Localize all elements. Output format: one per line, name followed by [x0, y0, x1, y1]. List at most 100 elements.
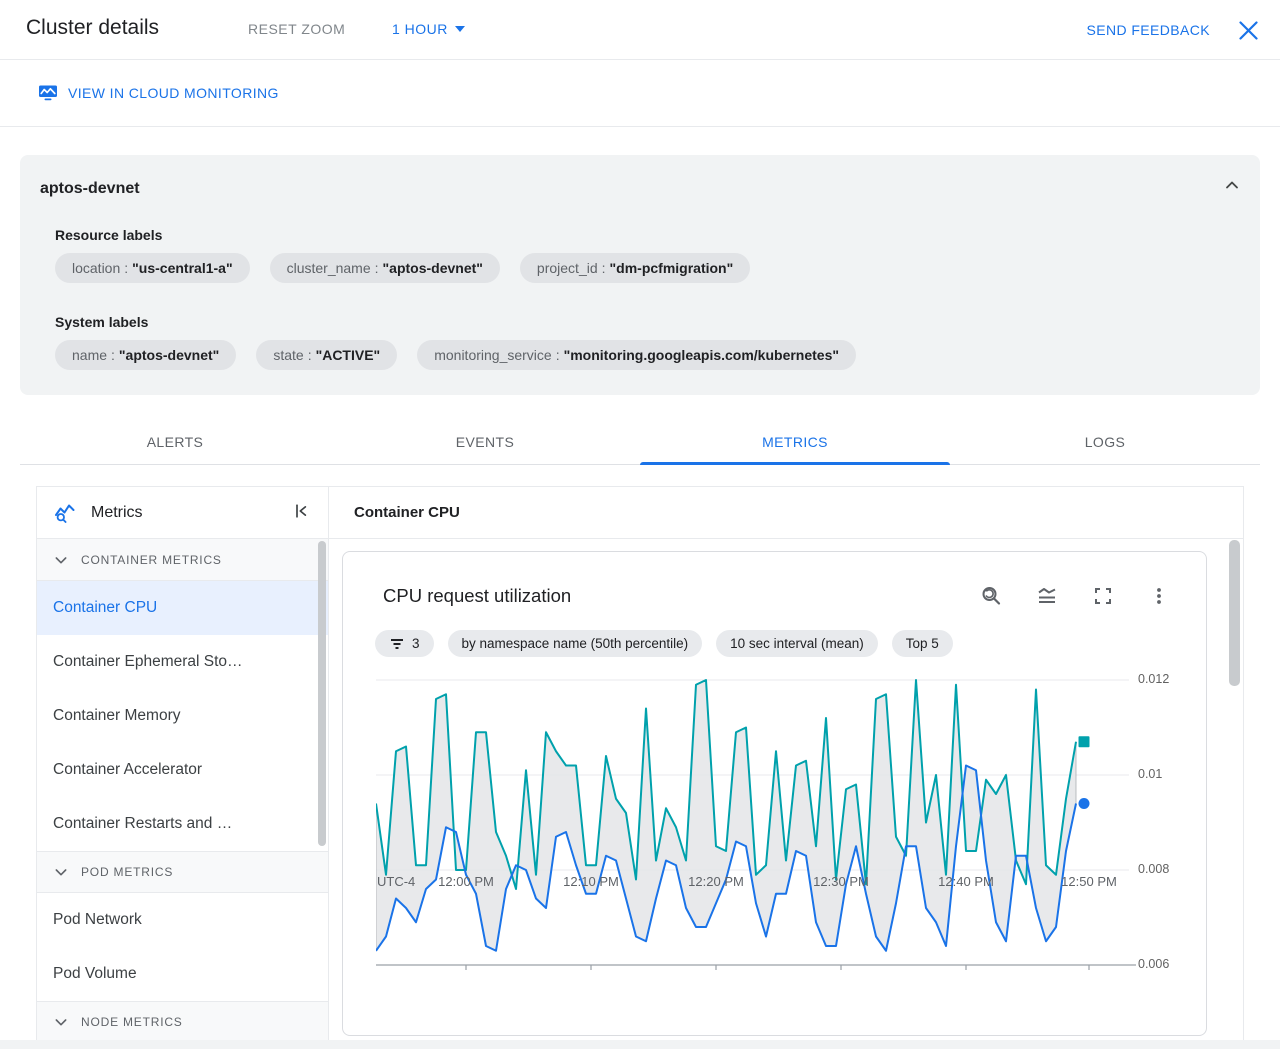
label-value: "dm-pcfmigration" [609, 260, 734, 276]
close-icon [1238, 20, 1258, 40]
metrics-sidebar: Metrics CONTAINER METRICS Container CPU Co… [37, 487, 329, 1040]
metrics-icon [55, 504, 75, 523]
sidebar-item[interactable]: Container Ephemeral Sto… [37, 635, 328, 689]
resource-labels-title: Resource labels [55, 227, 163, 243]
chart-chip-label: Top 5 [905, 636, 939, 651]
top-bar: Cluster details RESET ZOOM 1 HOUR SEND F… [0, 0, 1280, 60]
filter-icon [391, 638, 403, 649]
sidebar-section-header[interactable]: NODE METRICS [37, 1001, 328, 1040]
scrollbar-thumb[interactable] [1229, 540, 1240, 686]
stacked-chart-icon [1038, 588, 1056, 603]
monitoring-link-label: VIEW IN CLOUD MONITORING [68, 84, 279, 101]
sidebar-item[interactable]: Pod Volume [37, 947, 328, 1001]
cpu-utilization-chart[interactable] [376, 652, 1136, 972]
collapse-card-button[interactable] [1222, 175, 1242, 198]
x-axis-tick-label: 12:20 PM [688, 874, 744, 889]
panel-title: Container CPU [329, 487, 1243, 539]
y-axis-tick-label: 0.012 [1138, 672, 1170, 686]
chevron-down-icon [55, 556, 67, 563]
cloud-monitoring-icon [39, 85, 57, 101]
panel-scrollbar [1229, 540, 1240, 1040]
chevron-up-icon [1226, 181, 1238, 189]
label-value: "us-central1-a" [132, 260, 233, 276]
x-axis-tick-label: 12:40 PM [938, 874, 994, 889]
label-separator: : [124, 260, 129, 276]
y-axis-tick-label: 0.006 [1138, 957, 1170, 971]
chart-title: CPU request utilization [383, 585, 572, 606]
sidebar-list: CONTAINER METRICS Container CPU Container … [37, 539, 328, 1040]
monitoring-link-row: VIEW IN CLOUD MONITORING [0, 61, 1280, 127]
label-separator: : [111, 347, 115, 363]
minmax-band [376, 679, 1077, 953]
collapse-panel-icon [296, 504, 307, 518]
label-chip: name: "aptos-devnet" [55, 340, 237, 370]
label-value: "ACTIVE" [315, 347, 381, 363]
label-key: cluster_name [286, 260, 371, 276]
scrollbar-thumb[interactable] [318, 541, 326, 846]
sidebar-item[interactable]: Container Memory [37, 689, 328, 743]
view-in-cloud-monitoring-link[interactable]: VIEW IN CLOUD MONITORING [38, 84, 279, 101]
sidebar-item[interactable]: Container Accelerator [37, 743, 328, 797]
more-options-button[interactable] [1146, 583, 1172, 609]
cluster-name: aptos-devnet [40, 180, 140, 197]
sidebar-section-header[interactable]: CONTAINER METRICS [37, 539, 328, 581]
label-separator: : [307, 347, 312, 363]
y-axis-tick-label: 0.01 [1138, 767, 1163, 781]
chart-toolbar [978, 583, 1172, 609]
caret-down-icon [454, 26, 465, 32]
chart-chip-label: 10 sec interval (mean) [730, 636, 864, 651]
series-blue-end-marker [1078, 798, 1090, 809]
sidebar-header: Metrics [37, 487, 328, 539]
label-chip: cluster_name: "aptos-devnet" [269, 253, 500, 283]
series-teal-end-marker [1078, 736, 1090, 748]
fullscreen-icon [1095, 588, 1111, 604]
label-key: name [72, 347, 108, 363]
x-axis-tick-label: 12:10 PM [563, 874, 619, 889]
chevron-down-icon [55, 869, 67, 876]
system-labels-row: name: "aptos-devnet" state: "ACTIVE" monitor… [55, 340, 857, 370]
label-key: location [72, 260, 121, 276]
label-value: "aptos-devnet" [382, 260, 483, 276]
sidebar-section-label: NODE METRICS [81, 1015, 183, 1029]
time-range-value: 1 HOUR [392, 21, 448, 37]
label-chip: location: "us-central1-a" [55, 253, 250, 283]
label-separator: : [374, 260, 379, 276]
system-labels-title: System labels [55, 314, 149, 330]
sidebar-title: Metrics [91, 503, 143, 521]
label-separator: : [601, 260, 606, 276]
label-value: "monitoring.googleapis.com/kubernetes" [563, 347, 840, 363]
label-separator: : [555, 347, 560, 363]
metric-panel: Container CPU CPU request utilization 3 b… [329, 487, 1243, 1040]
sidebar-section-header[interactable]: POD METRICS [37, 851, 328, 893]
label-chip: project_id: "dm-pcfmigration" [519, 253, 751, 283]
label-value: "aptos-devnet" [118, 347, 220, 363]
sidebar-item[interactable]: Pod Network [37, 893, 328, 947]
chart-chip-label: by namespace name (50th percentile) [461, 636, 689, 651]
cluster-summary-card: aptos-devnet Resource labels location: "u… [20, 155, 1260, 395]
send-feedback-button[interactable]: SEND FEEDBACK [1087, 22, 1210, 38]
stacked-chart-button[interactable] [1034, 583, 1060, 609]
fullscreen-button[interactable] [1090, 583, 1116, 609]
tab-events[interactable]: EVENTS [330, 420, 640, 464]
time-range-dropdown[interactable]: 1 HOUR [392, 21, 465, 37]
sidebar-item[interactable]: Container Restarts and … [37, 797, 328, 851]
label-chip: state: "ACTIVE" [256, 340, 398, 370]
x-axis-tick-label: 12:00 PM [438, 874, 494, 889]
sidebar-item[interactable]: Container CPU [37, 581, 328, 635]
chart-chip-label: 3 [412, 636, 420, 651]
zoom-reset-button[interactable] [978, 583, 1004, 609]
collapse-sidebar-button[interactable] [290, 499, 314, 526]
tab-bar: ALERTS EVENTS METRICS LOGS [20, 420, 1260, 465]
reset-zoom-button[interactable]: RESET ZOOM [248, 21, 345, 37]
tab-logs[interactable]: LOGS [950, 420, 1260, 464]
sidebar-scrollbar [318, 541, 326, 1040]
y-axis-tick-label: 0.008 [1138, 862, 1170, 876]
label-chip: monitoring_service: "monitoring.googleapi… [417, 340, 857, 370]
tab-alerts[interactable]: ALERTS [20, 420, 330, 464]
chevron-down-icon [55, 1019, 67, 1026]
label-key: project_id [536, 260, 598, 276]
close-button[interactable] [1236, 18, 1260, 42]
sidebar-section-label: POD METRICS [81, 865, 174, 879]
tab-metrics[interactable]: METRICS [640, 420, 950, 465]
page-title: Cluster details [26, 16, 160, 39]
